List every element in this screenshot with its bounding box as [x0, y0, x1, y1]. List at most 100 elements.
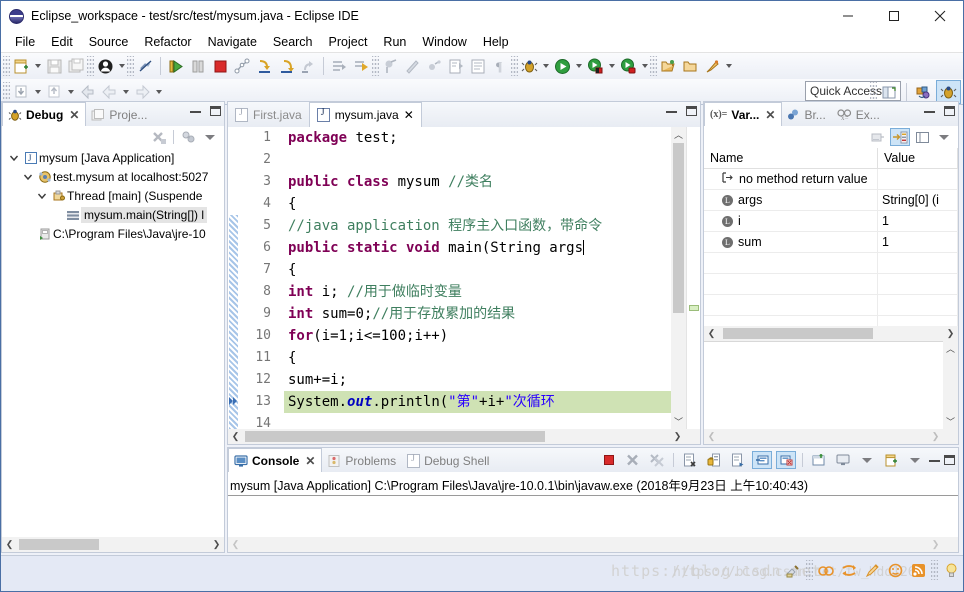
- tree-row-jre[interactable]: C:\Program Files\Java\jre-10: [2, 224, 224, 243]
- coverage-dropdown-icon[interactable]: [606, 55, 617, 77]
- console-output[interactable]: mysum [Java Application] C:\Program File…: [228, 472, 958, 537]
- menu-window[interactable]: Window: [414, 33, 474, 51]
- toolbar-drag-handle[interactable]: [3, 56, 10, 76]
- table-row[interactable]: [704, 274, 958, 295]
- menu-source[interactable]: Source: [81, 33, 137, 51]
- remove-breakpoints-icon[interactable]: [423, 55, 445, 77]
- column-header-value[interactable]: Value: [878, 148, 958, 168]
- variables-table[interactable]: Name Value no method return value L args…: [704, 148, 958, 326]
- open-folder-icon[interactable]: [679, 55, 701, 77]
- import-icon[interactable]: [10, 81, 32, 103]
- rss-icon[interactable]: [908, 560, 928, 580]
- search-icon[interactable]: [701, 55, 723, 77]
- profile-dropdown-icon[interactable]: [639, 55, 650, 77]
- skip-breakpoints-icon[interactable]: [401, 55, 423, 77]
- menu-edit[interactable]: Edit: [43, 33, 81, 51]
- hscroll-thumb[interactable]: [723, 328, 873, 339]
- scroll-left-icon[interactable]: ❮: [704, 429, 719, 444]
- run-dropdown-icon[interactable]: [573, 55, 584, 77]
- scroll-down-icon[interactable]: ﹀: [671, 414, 686, 429]
- next-dropdown-icon[interactable]: [153, 81, 164, 103]
- menu-search[interactable]: Search: [265, 33, 321, 51]
- no-link-icon[interactable]: [134, 55, 156, 77]
- minimize-view-icon[interactable]: [924, 110, 935, 113]
- editor-fold-column[interactable]: [273, 127, 284, 429]
- scroll-right-icon[interactable]: ❯: [943, 326, 958, 341]
- scroll-down-icon[interactable]: ﹀: [943, 414, 958, 429]
- display-selected-console-icon[interactable]: [833, 451, 853, 469]
- tree-row-thread[interactable]: Thread [main] (Suspende: [2, 186, 224, 205]
- debug-dropdown-icon[interactable]: [540, 55, 551, 77]
- tree-row-launch[interactable]: J mysum [Java Application]: [2, 148, 224, 167]
- search-dropdown-icon[interactable]: [723, 55, 734, 77]
- editor-body[interactable]: 1 2 3 4 5 6 7 8 9 10 11 12 13 14 package…: [228, 127, 700, 429]
- maximize-button[interactable]: [871, 1, 917, 31]
- coverage-icon[interactable]: [584, 55, 606, 77]
- use-step-filters-icon[interactable]: [350, 55, 372, 77]
- scroll-right-icon[interactable]: ❯: [209, 537, 224, 552]
- editor-tab-mysum-java[interactable]: mysum.java ✕: [308, 102, 422, 127]
- table-row[interactable]: [704, 295, 958, 316]
- clear-console-icon[interactable]: [680, 451, 700, 469]
- maximize-console-icon[interactable]: [944, 455, 955, 465]
- scroll-left-icon[interactable]: ❮: [228, 429, 243, 444]
- remove-all-launches-icon[interactable]: [647, 451, 667, 469]
- scroll-left-icon[interactable]: ❮: [2, 537, 17, 552]
- tab-debug-shell[interactable]: Debug Shell: [402, 449, 495, 472]
- open-console-dropdown-icon[interactable]: [905, 451, 925, 469]
- show-detail-pane-icon[interactable]: [912, 128, 932, 146]
- show-logical-structure-icon[interactable]: [868, 128, 888, 146]
- hscroll-thumb[interactable]: [19, 539, 99, 550]
- lock-scroll-icon[interactable]: [704, 451, 724, 469]
- perspective-drag-handle[interactable]: [870, 82, 877, 102]
- terminate-icon[interactable]: [209, 55, 231, 77]
- scroll-left-icon[interactable]: ❮: [228, 537, 243, 552]
- editor-tab-close-icon[interactable]: ✕: [404, 108, 414, 122]
- debug-tree-hscrollbar[interactable]: ❮ ❯: [2, 537, 224, 552]
- view-menu-icon[interactable]: [200, 128, 220, 146]
- collapse-all-icon[interactable]: [890, 128, 910, 146]
- hscroll-thumb[interactable]: [245, 431, 545, 442]
- menu-refactor[interactable]: Refactor: [136, 33, 199, 51]
- step-into-icon[interactable]: [253, 55, 275, 77]
- table-row[interactable]: no method return value: [704, 169, 958, 190]
- editor-code[interactable]: package test; public class mysum //类名 { …: [284, 127, 671, 429]
- scroll-up-icon[interactable]: ︿: [671, 127, 686, 142]
- table-row[interactable]: L sum 1: [704, 232, 958, 253]
- toggle-breakpoint-icon[interactable]: [379, 55, 401, 77]
- menu-file[interactable]: File: [7, 33, 43, 51]
- suspend-icon[interactable]: [187, 55, 209, 77]
- collapse-icon[interactable]: [178, 128, 198, 146]
- variables-hscrollbar[interactable]: ❮ ❯: [704, 326, 958, 341]
- step-return-icon[interactable]: [297, 55, 319, 77]
- save-icon[interactable]: [43, 55, 65, 77]
- vscroll-thumb[interactable]: [673, 143, 684, 313]
- show-console-on-error-icon[interactable]: [776, 451, 796, 469]
- scroll-left-icon[interactable]: ❮: [704, 326, 719, 341]
- detail-vscrollbar[interactable]: ︿ ﹀: [943, 341, 958, 429]
- person-dropdown-icon[interactable]: [116, 55, 127, 77]
- new-wizard-dropdown-icon[interactable]: [32, 55, 43, 77]
- editor-vscrollbar[interactable]: ︿ ﹀: [671, 127, 686, 429]
- pin-console-icon[interactable]: [809, 451, 829, 469]
- next-icon[interactable]: [131, 81, 153, 103]
- debug-tree[interactable]: J mysum [Java Application] test.mysum at…: [2, 148, 224, 537]
- column-header-name[interactable]: Name: [704, 148, 878, 168]
- close-button[interactable]: [917, 1, 963, 31]
- tab-console[interactable]: Console ✕: [228, 448, 323, 472]
- drop-to-frame-icon[interactable]: [328, 55, 350, 77]
- tab-debug[interactable]: Debug ✕: [2, 102, 87, 126]
- minimize-console-icon[interactable]: [929, 459, 940, 462]
- table-row[interactable]: [704, 316, 958, 326]
- scroll-up-icon[interactable]: ︿: [943, 341, 958, 356]
- maximize-view-icon[interactable]: [944, 106, 955, 116]
- smart-insert-icon[interactable]: [816, 560, 836, 580]
- tree-row-stackframe[interactable]: mysum.main(String[]) l: [2, 205, 224, 224]
- disconnect-icon[interactable]: [231, 55, 253, 77]
- tab-problems[interactable]: Problems: [322, 449, 402, 472]
- profile-icon[interactable]: [617, 55, 639, 77]
- editor-marker-bar[interactable]: [228, 127, 239, 429]
- minimize-view-icon[interactable]: [190, 110, 201, 113]
- open-task-icon[interactable]: [467, 55, 489, 77]
- tip-icon[interactable]: [941, 560, 961, 580]
